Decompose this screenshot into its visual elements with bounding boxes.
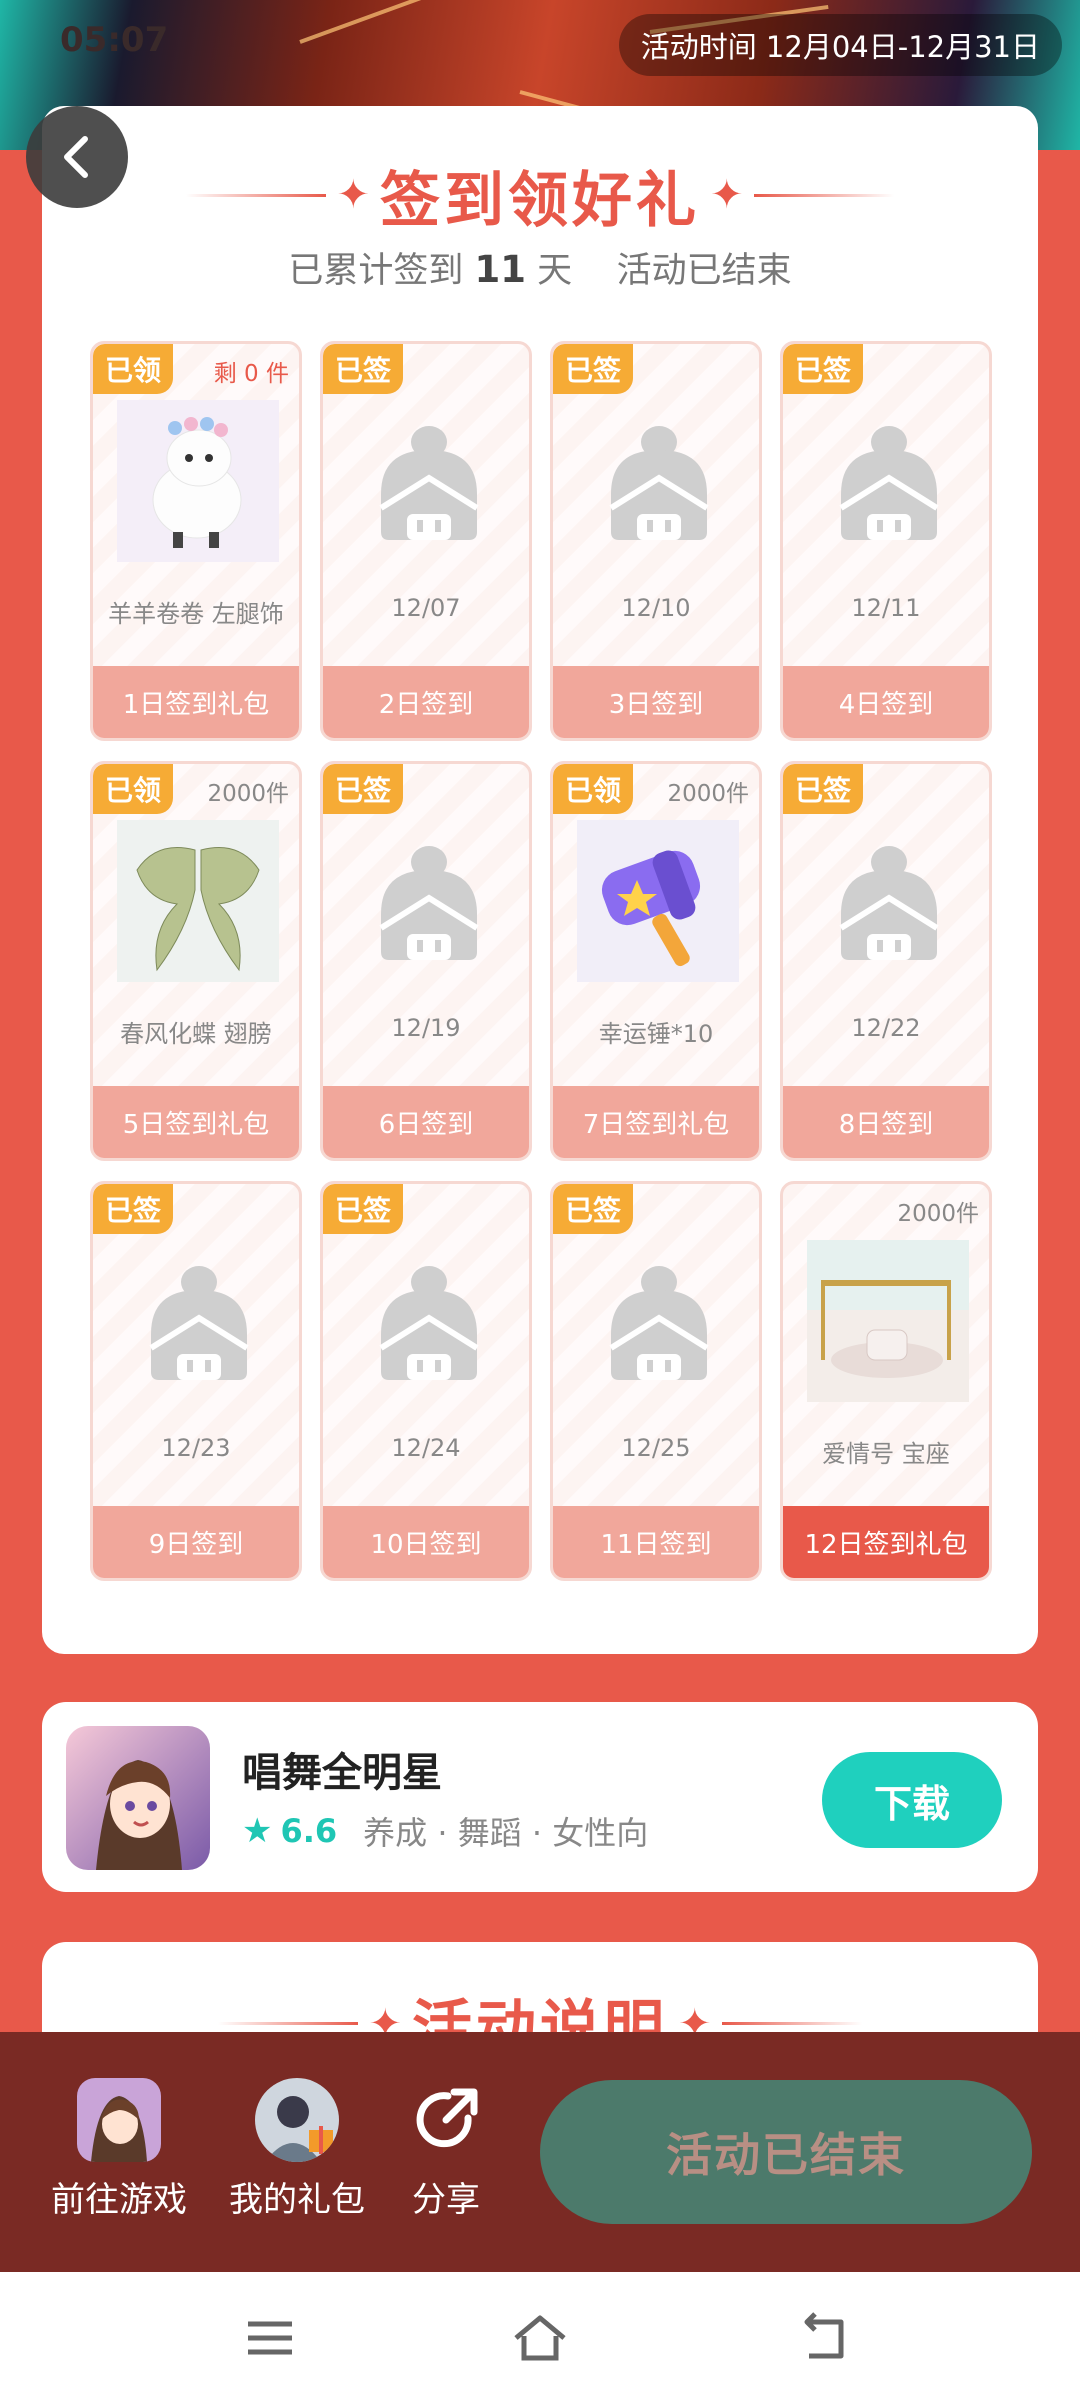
signin-status-tag: 已领 <box>93 344 173 394</box>
signin-day-label: 11日签到 <box>553 1506 759 1578</box>
star-icon: ★ <box>242 1811 273 1851</box>
signin-cell[interactable]: 已签 12/24 10日签到 <box>320 1181 532 1581</box>
game-meta: ★ 6.6 养成 · 舞蹈 · 女性向 <box>242 1808 648 1854</box>
signin-day-label: 12日签到礼包 <box>783 1506 989 1578</box>
remaining-count: 2000件 <box>897 1201 979 1227</box>
signin-days-count: 11 <box>474 248 526 291</box>
signin-day-label: 5日签到礼包 <box>93 1086 299 1158</box>
reward-name: 羊羊卷卷 左腿饰 <box>108 600 284 628</box>
remaining-count: 2000件 <box>667 781 749 807</box>
signin-status-tag: 已签 <box>323 344 403 394</box>
signin-cell[interactable]: 已签 12/10 3日签到 <box>550 341 762 741</box>
signin-subtitle: 已累计签到 11 天 活动已结束 <box>288 248 792 291</box>
status-time: 05:07 <box>60 20 169 60</box>
signin-cell[interactable]: 已签 12/23 9日签到 <box>90 1181 302 1581</box>
signin-day-label: 3日签到 <box>553 666 759 738</box>
home-icon[interactable] <box>510 2308 570 2368</box>
reward-name: 幸运锤*10 <box>598 1020 714 1048</box>
signin-day-label: 2日签到 <box>323 666 529 738</box>
placeholder-icon <box>603 424 715 544</box>
signin-cell[interactable]: 已签 12/19 6日签到 <box>320 761 532 1161</box>
game-score: 6.6 <box>280 1812 338 1850</box>
reward-name: 12/07 <box>391 594 461 622</box>
signin-status-tag: 已签 <box>323 1184 403 1234</box>
signin-status-tag: 已签 <box>783 344 863 394</box>
remaining-count: 剩 0 件 <box>213 361 289 387</box>
game-icon <box>77 2078 161 2162</box>
share-icon <box>404 2078 488 2162</box>
reward-name: 爱情号 宝座 <box>822 1440 950 1468</box>
signin-status-tag: 已签 <box>323 764 403 814</box>
signin-status-tag: 已签 <box>553 344 633 394</box>
signin-day-label: 8日签到 <box>783 1086 989 1158</box>
remaining-count: 2000件 <box>207 781 289 807</box>
reward-name: 12/22 <box>851 1014 921 1042</box>
game-name: 唱舞全明星 <box>242 1750 442 1796</box>
signin-status-tag: 已领 <box>93 764 173 814</box>
signin-cell[interactable]: 已领 2000件幸运锤*10 7日签到礼包 <box>550 761 762 1161</box>
signin-title-row: ✦ 签到领好礼 ✦ <box>42 150 1038 240</box>
throne-icon <box>807 1240 969 1402</box>
placeholder-icon <box>603 1264 715 1384</box>
back-nav-icon[interactable] <box>795 2308 855 2368</box>
signin-grid: 已领剩 0 件羊羊卷卷 左腿饰 1日签到礼包 已签 12/07 2日签到 已签 12/10 3… <box>90 341 992 1591</box>
menu-icon[interactable] <box>240 2308 300 2368</box>
signin-status: 活动已结束 <box>616 251 792 291</box>
reward-name: 12/19 <box>391 1014 461 1042</box>
signin-status-tag: 已领 <box>553 764 633 814</box>
signin-day-label: 6日签到 <box>323 1086 529 1158</box>
bottom-action-bar: 前往游戏 我的礼包 分享 活动已结束 <box>0 2032 1080 2272</box>
reward-name: 12/23 <box>161 1434 231 1462</box>
placeholder-icon <box>143 1264 255 1384</box>
sparkle-icon: ✦ <box>336 172 370 218</box>
sparkle-icon: ✦ <box>710 172 744 218</box>
signin-day-label: 4日签到 <box>783 666 989 738</box>
game-icon <box>66 1726 210 1870</box>
hammer-icon <box>577 820 739 982</box>
placeholder-icon <box>373 1264 485 1384</box>
activity-ended-button[interactable]: 活动已结束 <box>540 2080 1032 2224</box>
signin-cell[interactable]: 已签 12/11 4日签到 <box>780 341 992 741</box>
alpaca-icon <box>117 400 279 562</box>
placeholder-icon <box>373 424 485 544</box>
placeholder-icon <box>833 844 945 964</box>
signin-cell[interactable]: 已签 12/25 11日签到 <box>550 1181 762 1581</box>
signin-status-tag: 已签 <box>783 764 863 814</box>
signin-day-label: 1日签到礼包 <box>93 666 299 738</box>
reward-name: 12/24 <box>391 1434 461 1462</box>
butterfly-wings-icon <box>117 820 279 982</box>
my-gifts-button[interactable]: 我的礼包 <box>222 2078 372 2221</box>
share-button[interactable]: 分享 <box>396 2078 496 2221</box>
system-nav-bar <box>0 2272 1080 2400</box>
signin-cell[interactable]: 2000件爱情号 宝座 12日签到礼包 <box>780 1181 992 1581</box>
go-game-button[interactable]: 前往游戏 <box>44 2078 194 2221</box>
signin-cell[interactable]: 已领 2000件春风化蝶 翅膀 5日签到礼包 <box>90 761 302 1161</box>
reward-name: 12/11 <box>851 594 921 622</box>
signin-title: 签到领好礼 <box>380 165 700 236</box>
signin-day-label: 9日签到 <box>93 1506 299 1578</box>
game-tags: 养成 · 舞蹈 · 女性向 <box>363 1814 649 1852</box>
download-button[interactable]: 下载 <box>822 1752 1002 1848</box>
signin-cell[interactable]: 已领 剩 0 件羊羊卷卷 左腿饰 1日签到礼包 <box>90 341 302 741</box>
game-card[interactable]: 唱舞全明星 ★ 6.6 养成 · 舞蹈 · 女性向 下载 <box>42 1702 1038 1892</box>
activity-time: 活动时间 12月04日-12月31日 <box>618 14 1062 76</box>
signin-card: ✦ 签到领好礼 ✦ 已累计签到 11 天 活动已结束 已领 剩 0 件羊羊卷卷 左… <box>42 106 1038 1654</box>
back-button[interactable] <box>26 106 128 208</box>
reward-name: 12/25 <box>621 1434 691 1462</box>
signin-cell[interactable]: 已签 12/07 2日签到 <box>320 341 532 741</box>
placeholder-icon <box>373 844 485 964</box>
avatar <box>255 2078 339 2162</box>
reward-name: 春风化蝶 翅膀 <box>120 1020 272 1048</box>
placeholder-icon <box>833 424 945 544</box>
signin-cell[interactable]: 已签 12/22 8日签到 <box>780 761 992 1161</box>
reward-name: 12/10 <box>621 594 691 622</box>
signin-status-tag: 已签 <box>553 1184 633 1234</box>
chevron-left-icon <box>64 136 88 178</box>
signin-day-label: 7日签到礼包 <box>553 1086 759 1158</box>
signin-status-tag: 已签 <box>93 1184 173 1234</box>
signin-day-label: 10日签到 <box>323 1506 529 1578</box>
